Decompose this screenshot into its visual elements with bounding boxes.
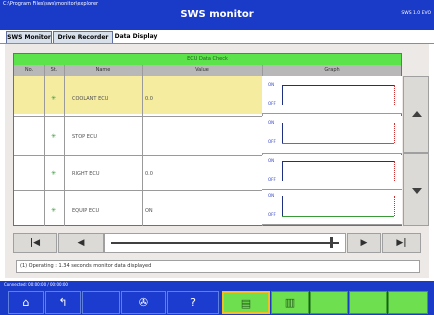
- graph-trace: [282, 85, 394, 86]
- signal-graph: [262, 190, 402, 225]
- arrow-up-icon: [412, 111, 422, 117]
- settings-icon: ✇: [138, 296, 149, 309]
- grid-divider: [14, 190, 262, 191]
- home-icon: ⌂: [22, 296, 30, 309]
- graph-top-label: ON: [268, 158, 275, 163]
- graph-view-button[interactable]: ▤: [222, 291, 270, 314]
- row-check-icon[interactable]: ✳: [51, 207, 56, 214]
- grid-divider: [14, 155, 262, 156]
- graph-top-label: ON: [268, 82, 275, 87]
- row-value: ON: [145, 208, 153, 214]
- graph-top-label: ON: [268, 193, 275, 198]
- row-value: 0.0: [145, 171, 153, 177]
- green-button-5[interactable]: [388, 291, 428, 314]
- group-header: ECU Data Check: [14, 54, 401, 65]
- grid-divider: [142, 65, 143, 226]
- graph-cursor: [394, 196, 395, 216]
- home-button[interactable]: ⌂: [8, 291, 44, 314]
- graph-bottom-label: OFF: [268, 101, 276, 106]
- help-button[interactable]: ?: [167, 291, 219, 314]
- tab-sws-monitor[interactable]: SWS Monitor: [6, 31, 52, 43]
- row-name: EQUIP ECU: [72, 208, 100, 214]
- graph-icon: ▤: [240, 297, 252, 310]
- back-icon: ↰: [58, 296, 68, 309]
- prev-frame-button[interactable]: ◀: [58, 233, 104, 253]
- back-button[interactable]: ↰: [45, 291, 81, 314]
- last-frame-button[interactable]: ▶|: [382, 233, 421, 253]
- graph-axis: [282, 123, 283, 143]
- graph-top-label: ON: [268, 120, 275, 125]
- grid-divider: [14, 116, 262, 117]
- green-button-3[interactable]: [310, 291, 348, 314]
- timeline-track: [111, 242, 339, 244]
- graph-cursor: [394, 161, 395, 181]
- graph-bottom-label: OFF: [268, 212, 276, 217]
- col-graph: Graph: [324, 67, 340, 73]
- next-frame-button[interactable]: ▶: [347, 233, 381, 253]
- row-check-icon[interactable]: ✳: [51, 133, 56, 140]
- graph-axis: [282, 196, 283, 216]
- green-button-4[interactable]: [349, 291, 387, 314]
- graph-axis: [282, 161, 283, 181]
- scroll-down-button[interactable]: [403, 153, 429, 226]
- footer-info: Connected: 00:00:00 / 00:00:00: [0, 281, 434, 289]
- grid-divider: [44, 65, 45, 226]
- tab-data-display[interactable]: Data Display: [114, 31, 158, 43]
- list-view-button[interactable]: ▥: [271, 291, 309, 314]
- graph-cursor: [394, 123, 395, 143]
- graph-axis: [282, 85, 283, 105]
- graph-bottom-label: OFF: [268, 177, 276, 182]
- status-message: (1) Operating : 1.34 seconds monitor dat…: [16, 260, 420, 273]
- scroll-up-button[interactable]: [403, 76, 429, 153]
- list-icon: ▥: [284, 296, 296, 309]
- arrow-down-icon: [412, 188, 422, 194]
- graph-bottom-label: OFF: [268, 139, 276, 144]
- row-name: RIGHT ECU: [72, 171, 100, 177]
- col-status: St.: [50, 67, 58, 73]
- row-name: STOP ECU: [72, 134, 98, 140]
- signal-graph: [262, 116, 402, 154]
- grid-divider: [64, 65, 65, 226]
- app-version: SWS 1.0 EVO: [401, 11, 431, 16]
- col-no: No.: [24, 67, 34, 73]
- row-value: 0.0: [145, 96, 153, 102]
- graph-trace: [282, 143, 394, 144]
- settings-button[interactable]: ✇: [121, 291, 166, 314]
- first-frame-button[interactable]: |◀: [13, 233, 57, 253]
- window-path: C:\Program Files\sws\monitor\explorer: [3, 1, 99, 7]
- row-check-icon[interactable]: ✳: [51, 170, 56, 177]
- graph-trace: [282, 161, 394, 162]
- col-name: Name: [95, 67, 111, 73]
- blank-button[interactable]: [82, 291, 120, 314]
- help-icon: ?: [190, 296, 196, 309]
- row-check-icon[interactable]: ✳: [51, 95, 56, 102]
- graph-cursor: [394, 85, 395, 105]
- col-value: Value: [195, 67, 209, 73]
- tab-drive-recorder[interactable]: Drive Recorder: [53, 31, 113, 43]
- app-title: SWS monitor: [180, 9, 254, 20]
- timeline-thumb[interactable]: [330, 237, 334, 248]
- signal-graph: [262, 76, 402, 114]
- row-name: COOLANT ECU: [72, 96, 109, 102]
- graph-trace: [282, 216, 394, 217]
